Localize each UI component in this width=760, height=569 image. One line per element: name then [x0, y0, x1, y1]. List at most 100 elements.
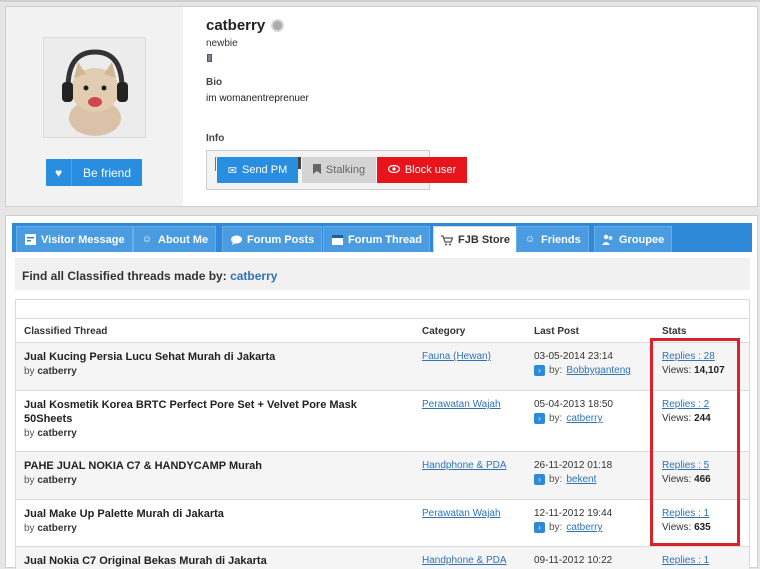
last-post-date: 12-11-2012 19:44	[534, 508, 613, 519]
be-friend-label: Be friend	[82, 165, 132, 180]
last-poster-link[interactable]: catberry	[566, 413, 602, 424]
tab-groupee[interactable]: Groupee	[594, 226, 673, 252]
last-poster-link[interactable]: bekent	[566, 474, 596, 485]
eye-icon	[387, 164, 400, 176]
table-row: Jual Make Up Palette Murah di Jakarta by…	[16, 499, 749, 546]
tab-label: Forum Posts	[247, 233, 315, 246]
tab-label: Visitor Message	[41, 233, 125, 246]
finder-text: Find all Classified threads made by:	[22, 269, 227, 283]
message-icon	[24, 234, 36, 246]
replies-link[interactable]: Replies : 1	[662, 555, 709, 566]
views-count: Views: 635	[662, 522, 711, 533]
classified-finder-bar: Find all Classified threads made by: cat…	[15, 258, 750, 290]
bookmark-icon	[312, 163, 321, 177]
top-divider	[0, 0, 760, 2]
thread-title-link[interactable]: Jual Make Up Palette Murah di Jakarta	[24, 507, 394, 521]
last-post-by: › by: bekent	[534, 474, 596, 485]
go-to-post-icon[interactable]: ›	[534, 522, 545, 533]
tab-label: Groupee	[619, 233, 665, 246]
heart-icon: ♥	[46, 159, 72, 186]
last-poster-link[interactable]: catberry	[566, 522, 602, 533]
last-post-by: › by: Bobbyganteng	[534, 365, 631, 376]
header-category: Category	[422, 326, 466, 337]
classified-threads-table: Classified Thread Category Last Post Sta…	[15, 299, 750, 569]
thread-title-link[interactable]: Jual Kucing Persia Lucu Sehat Murah di J…	[24, 350, 394, 364]
tab-label: Friends	[541, 233, 581, 246]
tab-label: FJB Store	[458, 234, 510, 246]
thread-author: by catberry	[24, 523, 77, 534]
table-row: Jual Nokia C7 Original Bekas Murah di Ja…	[16, 546, 749, 569]
offline-status-icon	[271, 19, 284, 32]
last-poster-link[interactable]: Bobbyganteng	[566, 365, 631, 376]
reputation-bar-icon	[207, 54, 212, 62]
thread-author: by catberry	[24, 475, 77, 486]
go-to-post-icon[interactable]: ›	[534, 474, 545, 485]
thread-title-link[interactable]: PAHE JUAL NOKIA C7 & HANDYCAMP Murah	[24, 459, 394, 473]
profile-card: ♥ Be friend catberry newbie Bio im woman…	[5, 6, 758, 207]
header-last-post: Last Post	[534, 326, 580, 337]
tab-about-me[interactable]: ☺ About Me	[133, 226, 217, 252]
category-link[interactable]: Handphone & PDA	[422, 555, 507, 566]
views-count: Views: 244	[662, 413, 711, 424]
tab-friends[interactable]: ☺ Friends	[516, 226, 589, 252]
table-header: Classified Thread Category Last Post Sta…	[16, 318, 749, 342]
thread-author: by catberry	[24, 428, 77, 439]
views-count: Views: 14,107	[662, 365, 725, 376]
group-icon	[602, 234, 614, 246]
last-post-date: 03-05-2014 23:14	[534, 351, 613, 362]
profile-username: catberry	[206, 17, 266, 34]
cart-icon	[441, 234, 453, 246]
last-post-by: › by: catberry	[534, 413, 602, 424]
replies-link[interactable]: Replies : 1	[662, 508, 709, 519]
tab-visitor-message[interactable]: Visitor Message	[16, 226, 133, 252]
tab-bar: Visitor Message ☺ About Me Forum Posts F…	[12, 223, 752, 253]
chat-bubble-icon	[230, 234, 242, 246]
send-pm-label: Send PM	[241, 164, 288, 176]
last-post-date: 09-11-2012 10:22	[534, 555, 613, 566]
block-user-label: Block user	[404, 164, 457, 176]
table-row: Jual Kucing Persia Lucu Sehat Murah di J…	[16, 342, 749, 390]
be-friend-button[interactable]: ♥ Be friend	[46, 159, 142, 186]
profile-tabs-panel: Visitor Message ☺ About Me Forum Posts F…	[5, 215, 758, 569]
envelope-icon: ✉	[227, 164, 237, 177]
table-row: Jual Kosmetik Korea BRTC Perfect Pore Se…	[16, 390, 749, 451]
stalking-button[interactable]: Stalking	[302, 157, 376, 183]
header-classified-thread: Classified Thread	[24, 326, 108, 337]
avatar-column: ♥ Be friend	[6, 7, 183, 206]
calendar-icon	[331, 234, 343, 246]
tab-forum-thread[interactable]: Forum Thread	[323, 226, 430, 252]
thread-title-link[interactable]: Jual Nokia C7 Original Bekas Murah di Ja…	[24, 554, 394, 568]
category-link[interactable]: Fauna (Hewan)	[422, 351, 491, 362]
bio-heading: Bio	[206, 77, 223, 88]
replies-link[interactable]: Replies : 28	[662, 351, 715, 362]
last-post-by: › by: catberry	[534, 522, 602, 533]
thread-author: by catberry	[24, 366, 77, 377]
avatar	[43, 37, 146, 138]
replies-link[interactable]: Replies : 5	[662, 460, 709, 471]
last-post-date: 05-04-2013 18:50	[534, 399, 613, 410]
header-stats: Stats	[662, 326, 687, 337]
finder-username-link[interactable]: catberry	[230, 269, 277, 283]
replies-link[interactable]: Replies : 2	[662, 399, 709, 410]
info-heading: Info	[206, 133, 225, 144]
tab-forum-posts[interactable]: Forum Posts	[222, 226, 323, 252]
category-link[interactable]: Handphone & PDA	[422, 460, 507, 471]
stalking-label: Stalking	[325, 164, 366, 176]
tab-label: Forum Thread	[348, 233, 422, 246]
bio-text: im womanentreprenuer	[206, 93, 309, 104]
last-post-date: 26-11-2012 01:18	[534, 460, 613, 471]
category-link[interactable]: Perawatan Wajah	[422, 399, 501, 410]
tab-fjb-store[interactable]: FJB Store	[433, 226, 518, 253]
user-rank: newbie	[206, 38, 238, 49]
send-pm-button[interactable]: ✉ Send PM	[217, 157, 298, 183]
person-icon: ☺	[524, 234, 536, 245]
go-to-post-icon[interactable]: ›	[534, 413, 545, 424]
thread-title-link[interactable]: Jual Kosmetik Korea BRTC Perfect Pore Se…	[24, 398, 394, 426]
go-to-post-icon[interactable]: ›	[534, 365, 545, 376]
views-count: Views: 466	[662, 474, 711, 485]
tab-label: About Me	[158, 233, 209, 246]
block-user-button[interactable]: Block user	[377, 157, 467, 183]
category-link[interactable]: Perawatan Wajah	[422, 508, 501, 519]
table-row: PAHE JUAL NOKIA C7 & HANDYCAMP Murah by …	[16, 451, 749, 499]
person-icon: ☺	[141, 234, 153, 245]
